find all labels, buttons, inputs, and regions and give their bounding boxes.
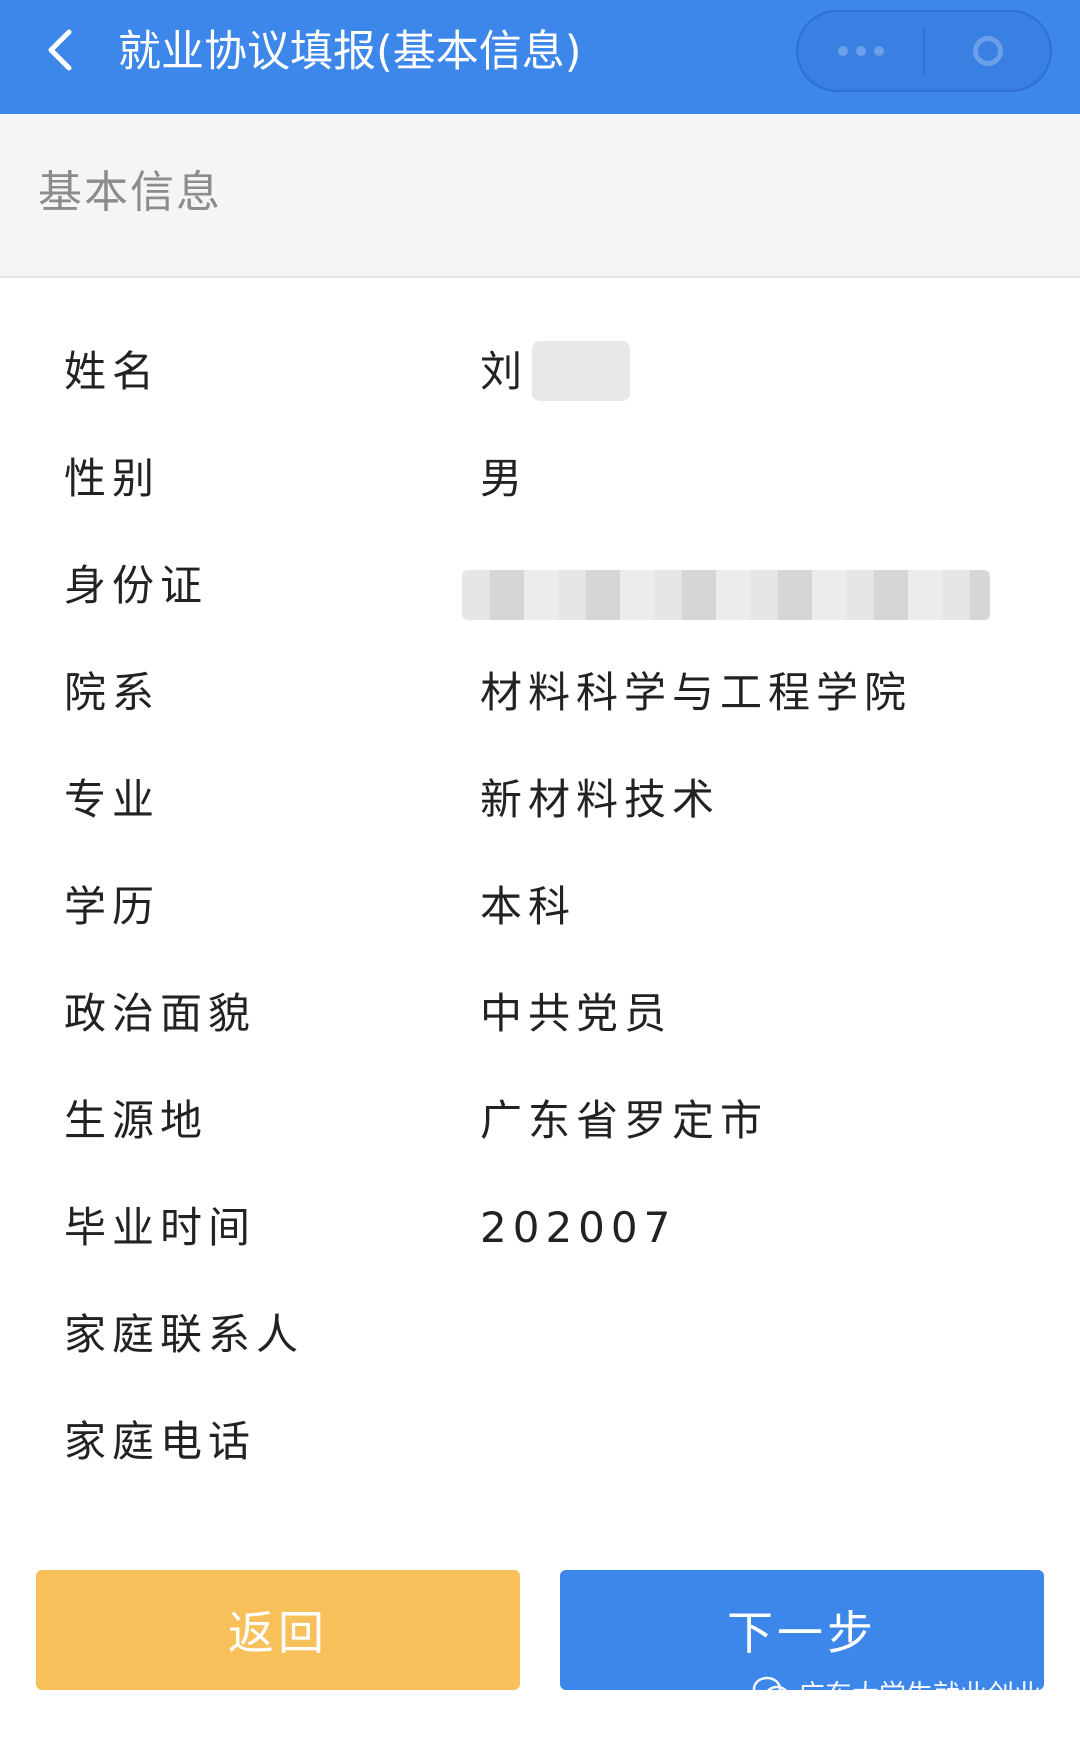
info-row-political-status: 政治面貌 中共党员: [0, 962, 1080, 1069]
top-nav-bar: 就业协议填报(基本信息): [0, 0, 1080, 114]
redacted-blur: [462, 570, 990, 620]
field-label: 性别: [64, 454, 161, 503]
info-row-gender: 性别 男: [0, 427, 1080, 534]
info-row-family-phone: 家庭电话: [0, 1390, 1080, 1497]
mini-program-capsule: [796, 10, 1052, 92]
field-value: 202007: [480, 1203, 677, 1252]
field-label: 院系: [64, 668, 161, 717]
field-label: 生源地: [64, 1096, 209, 1145]
field-label: 专业: [64, 775, 161, 824]
field-value: 材料科学与工程学院: [480, 668, 913, 717]
wechat-icon: [752, 1676, 790, 1707]
info-row-major: 专业 新材料技术: [0, 748, 1080, 855]
close-program-button[interactable]: [925, 12, 1050, 90]
field-label: 政治面貌: [64, 989, 257, 1038]
field-value: 中共党员: [480, 989, 673, 1038]
redacted-blur: [532, 340, 631, 401]
field-label: 家庭电话: [64, 1417, 257, 1466]
field-label: 毕业时间: [64, 1203, 257, 1252]
info-row-graduation-time: 毕业时间 202007: [0, 1176, 1080, 1283]
section-title: 基本信息: [38, 167, 222, 218]
field-label: 姓名: [64, 347, 161, 396]
info-row-department: 院系 材料科学与工程学院: [0, 641, 1080, 748]
field-value: 刘: [480, 340, 631, 401]
close-circle-icon: [972, 36, 1003, 66]
watermark-text: 广东大学生就业创业: [798, 1679, 1041, 1711]
more-dots-icon: [837, 46, 884, 56]
info-row-origin: 生源地 广东省罗定市: [0, 1069, 1080, 1176]
info-row-education: 学历 本科: [0, 855, 1080, 962]
field-value: 男: [480, 454, 529, 503]
info-row-id-card: 身份证: [0, 534, 1080, 641]
field-label: 身份证: [64, 561, 209, 610]
field-value: 本科: [480, 882, 577, 931]
field-value: 新材料技术: [480, 775, 721, 824]
info-row-name: 姓名 刘: [0, 320, 1080, 427]
info-row-family-contact: 家庭联系人: [0, 1283, 1080, 1390]
more-menu-button[interactable]: [798, 12, 923, 90]
field-label: 家庭联系人: [64, 1310, 305, 1359]
section-header: 基本信息: [0, 114, 1080, 278]
field-label: 学历: [64, 882, 161, 931]
watermark: 广东大学生就业创业: [752, 1670, 1052, 1714]
back-arrow-button[interactable]: [30, 20, 90, 80]
return-button[interactable]: 返回: [36, 1570, 520, 1690]
chevron-left-icon: [48, 29, 72, 71]
page-title: 就业协议填报(基本信息): [118, 27, 582, 77]
field-value: 广东省罗定市: [480, 1096, 769, 1145]
